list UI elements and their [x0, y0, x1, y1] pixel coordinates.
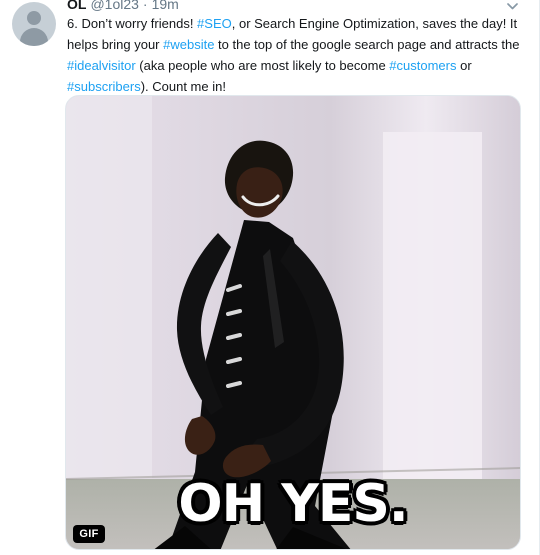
gif-media-preview[interactable]: OH YES. GIF — [65, 95, 521, 550]
tweet-text-segment: to the top of the google search page and… — [214, 37, 520, 52]
tweet-text-segment: ). Count me in! — [140, 79, 226, 94]
hashtag-subscribers[interactable]: #subscribers — [67, 79, 141, 94]
left-light-panel — [66, 96, 152, 478]
tweet-text-segment: 6. Don’t worry friends! — [67, 16, 198, 31]
gif-badge: GIF — [73, 525, 105, 543]
chevron-down-icon — [506, 2, 518, 9]
default-user-avatar-icon[interactable] — [12, 2, 56, 46]
hashtag-seo[interactable]: #SEO — [197, 16, 232, 31]
author-handle[interactable]: @1ol23 — [90, 0, 138, 13]
hashtag-customers[interactable]: #customers — [389, 58, 456, 73]
tweet-menu-button[interactable] — [502, 0, 522, 14]
author-display-name[interactable]: OL — [67, 0, 86, 13]
right-light-panel — [383, 132, 482, 522]
time-separator: · — [142, 0, 148, 12]
avatar-body-shape — [20, 28, 48, 46]
gif-scene-illustration — [66, 96, 520, 549]
tweet-screenshot: OL @1ol23 · 19m 6. Don’t worry friends! … — [0, 0, 540, 555]
avatar-head-shape — [27, 11, 41, 25]
hashtag-website[interactable]: #website — [163, 37, 214, 52]
tweet-text-segment: or — [456, 58, 472, 73]
tweet-body: 6. Don’t worry friends! #SEO, or Search … — [67, 13, 524, 97]
hashtag-idealvisitor[interactable]: #idealvisitor — [67, 58, 136, 73]
tweet-header: OL @1ol23 · 19m — [67, 0, 179, 13]
tweet-text-segment: (aka people who are most likely to becom… — [135, 58, 390, 73]
tweet-timestamp[interactable]: 19m — [152, 0, 179, 13]
